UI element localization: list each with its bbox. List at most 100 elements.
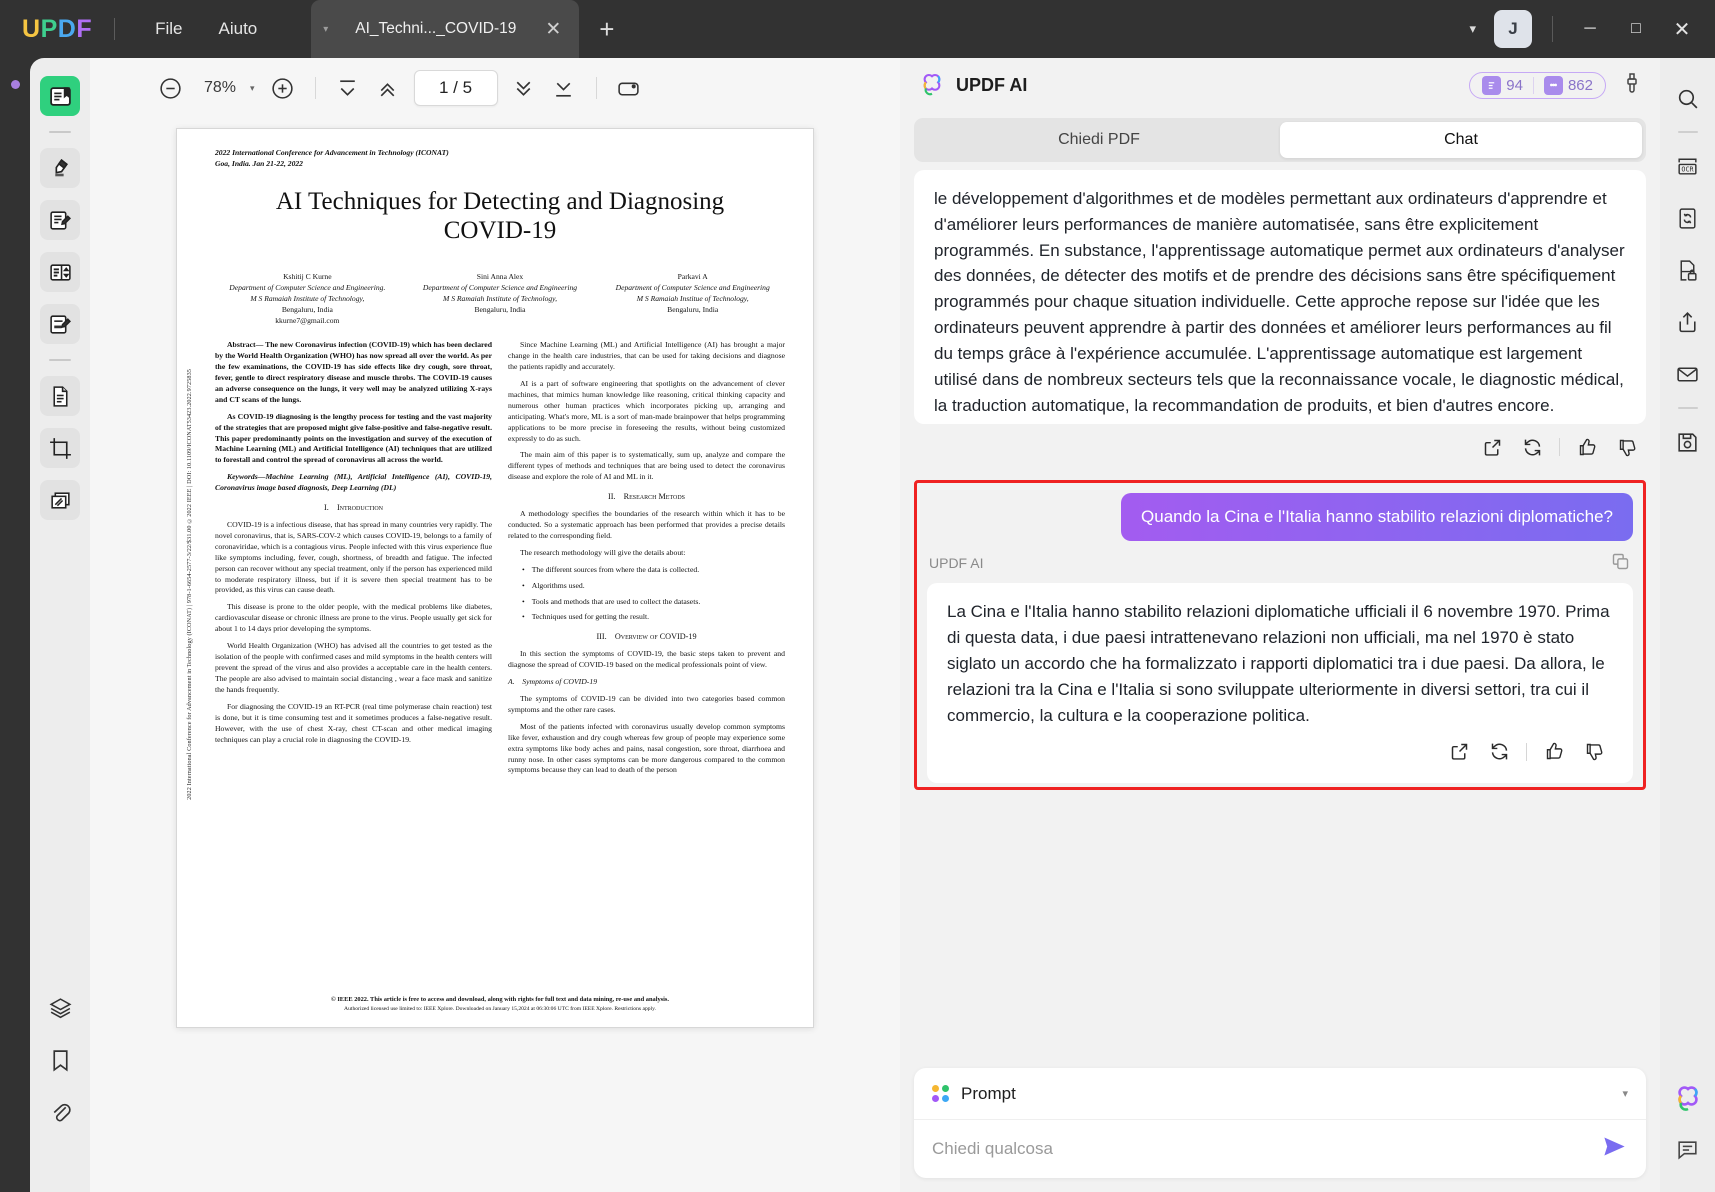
list-item: • Techniques used for getting the result.: [522, 612, 785, 623]
tab-chat[interactable]: Chat: [1280, 122, 1642, 158]
ocr-icon[interactable]: OCR: [1668, 145, 1708, 187]
sidebar-item-attachment[interactable]: [40, 1092, 80, 1132]
right-paragraph-3: The main aim of this paper is to systema…: [508, 450, 785, 483]
paper-column-right: Since Machine Learning (ML) and Artifici…: [508, 340, 785, 782]
author-city: Bengaluru, India: [215, 304, 400, 315]
page-indicator[interactable]: 1 / 5: [414, 70, 498, 106]
first-page-icon[interactable]: [328, 68, 368, 108]
author-block: Sini Anna Alex Department of Computer Sc…: [408, 271, 593, 326]
sidebar-item-reader-mode[interactable]: [40, 76, 80, 116]
comment-icon[interactable]: [1668, 1128, 1708, 1170]
zoom-in-icon[interactable]: [263, 68, 303, 108]
chat-message-list[interactable]: le développement d'algorithmes et de mod…: [900, 162, 1660, 1054]
prev-page-icon[interactable]: [368, 68, 408, 108]
sidebar-item-bookmark[interactable]: [40, 1040, 80, 1080]
left-tool-sidebar: [30, 58, 90, 1192]
thumbs-up-icon[interactable]: [1541, 739, 1567, 765]
sidebar-item-crop[interactable]: [40, 428, 80, 468]
sidebar-divider-1: [49, 131, 71, 133]
next-page-icon[interactable]: [504, 68, 544, 108]
document-viewer: 78% ▾ 1 / 5: [90, 58, 900, 1192]
document-credit-count: 94: [1506, 77, 1523, 94]
chevron-down-icon[interactable]: ▾: [1451, 11, 1494, 47]
avatar[interactable]: J: [1494, 10, 1532, 48]
regenerate-icon[interactable]: [1486, 739, 1512, 765]
share-icon[interactable]: [1668, 301, 1708, 343]
send-icon[interactable]: [1601, 1133, 1628, 1165]
tab-chiedi-pdf[interactable]: Chiedi PDF: [918, 122, 1280, 158]
assistant-label-row: UPDF AI: [929, 551, 1631, 575]
sidebar-item-annotate[interactable]: [40, 200, 80, 240]
export-icon[interactable]: [1479, 434, 1505, 460]
bullet-dot-icon: •: [522, 612, 525, 623]
save-icon[interactable]: [1668, 421, 1708, 463]
conference-line-1: 2022 International Conference for Advanc…: [215, 147, 785, 158]
email-icon[interactable]: [1668, 353, 1708, 395]
regenerate-icon[interactable]: [1519, 434, 1545, 460]
author-block: Parkavi A Department of Computer Science…: [600, 271, 785, 326]
chat-credits: 862: [1544, 76, 1593, 95]
updf-ai-icon[interactable]: [1670, 1081, 1706, 1117]
sidebar-item-layers[interactable]: [40, 988, 80, 1028]
thumbs-down-icon[interactable]: [1614, 434, 1640, 460]
thumbs-down-icon[interactable]: [1581, 739, 1607, 765]
left-edge-strip: [0, 58, 30, 1192]
keywords: Keywords—Machine Learning (ML), Artifici…: [215, 472, 492, 494]
titlebar-divider-2: [1552, 16, 1553, 42]
export-icon[interactable]: [1446, 739, 1472, 765]
footer-copyright: © IEEE 2022. This article is free to acc…: [215, 995, 785, 1005]
document-tab[interactable]: ▾ AI_Techni..._COVID-19 ✕: [311, 0, 579, 58]
chat-credit-count: 862: [1568, 77, 1593, 94]
menu-file[interactable]: File: [137, 13, 200, 45]
right-divider-2: [1678, 407, 1698, 409]
prompt-selector-row[interactable]: Prompt ▾: [914, 1068, 1646, 1120]
bullet-dot-icon: •: [522, 565, 525, 576]
chevron-down-icon[interactable]: ▾: [1622, 1087, 1628, 1100]
section-heading-3: III. Overview of COVID-19: [508, 631, 785, 643]
tab-dropdown-caret[interactable]: ▾: [323, 24, 328, 35]
thumbs-up-icon[interactable]: [1574, 434, 1600, 460]
page-container: 2022 International Conference for Advanc…: [90, 118, 900, 1028]
sidebar-item-edit-pdf[interactable]: [40, 304, 80, 344]
tab-close-icon[interactable]: ✕: [539, 18, 567, 41]
subsection-heading-a: A. Symptoms of COVID-19: [508, 677, 785, 688]
protect-icon[interactable]: [1668, 249, 1708, 291]
bullet-text: Techniques used for getting the result.: [532, 612, 649, 623]
right-paragraph-6: In this section the symptoms of COVID-19…: [508, 649, 785, 671]
section-heading-1: I. Introduction: [215, 502, 492, 514]
author-dept: Department of Computer Science and Engin…: [408, 282, 593, 293]
search-icon[interactable]: [1668, 77, 1708, 119]
list-item: •Tools and methods that are used to coll…: [522, 597, 785, 608]
list-item: •The different sources from where the da…: [522, 565, 785, 576]
last-page-icon[interactable]: [544, 68, 584, 108]
sidebar-item-highlight[interactable]: [40, 148, 80, 188]
chat-input[interactable]: [932, 1139, 1601, 1159]
new-tab-button[interactable]: +: [599, 16, 614, 42]
sidebar-item-batch[interactable]: [40, 480, 80, 520]
toolbar-divider-2: [596, 77, 597, 99]
present-icon[interactable]: [609, 68, 649, 108]
toolbar-divider-1: [315, 77, 316, 99]
minimize-button[interactable]: ─: [1567, 0, 1613, 58]
assistant-message-2: La Cina e l'Italia hanno stabilito relaz…: [927, 583, 1633, 782]
close-window-button[interactable]: ✕: [1659, 0, 1705, 58]
sidebar-item-convert[interactable]: [40, 376, 80, 416]
zoom-out-icon[interactable]: [150, 68, 190, 108]
updf-logo: UPDF: [22, 15, 92, 44]
convert-icon[interactable]: [1668, 197, 1708, 239]
actions-divider: [1559, 438, 1560, 456]
pdf-page[interactable]: 2022 International Conference for Advanc…: [176, 128, 814, 1028]
author-block: Kshitij C Kurne Department of Computer S…: [215, 271, 400, 326]
maximize-button[interactable]: □: [1613, 0, 1659, 58]
menu-aiuto[interactable]: Aiuto: [201, 13, 276, 45]
clean-brush-icon[interactable]: [1620, 71, 1644, 100]
right-paragraph-2: AI is a part of software engineering tha…: [508, 379, 785, 445]
message-1-actions: [914, 424, 1646, 472]
author-inst: M S Ramaiah Institute of Technology,: [215, 293, 400, 304]
zoom-dropdown-caret[interactable]: ▾: [250, 83, 255, 94]
credits-badge[interactable]: 94 862: [1469, 72, 1606, 99]
bullet-text: Algorithms used.: [532, 581, 585, 592]
document-credit-icon: [1482, 76, 1501, 95]
copy-icon[interactable]: [1610, 551, 1631, 575]
sidebar-item-organize-pages[interactable]: [40, 252, 80, 292]
